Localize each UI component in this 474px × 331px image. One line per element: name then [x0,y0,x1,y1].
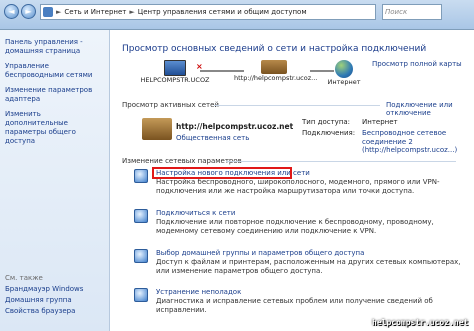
sidebar-item-manage-wireless[interactable]: Управление беспроводными сетями [5,62,104,80]
forward-arrow-icon: ► [25,7,32,16]
back-button[interactable]: ◄ [4,4,19,19]
map-network-label: http://helpcompstr.ucoz... [234,74,318,82]
network-folder-icon [43,7,53,17]
disconnected-x-icon: × [196,62,203,71]
search-input[interactable]: Поиск [382,4,442,20]
connect-network-link[interactable]: Подключиться к сети [156,209,235,217]
sidebar-item-browser-properties[interactable]: Свойства браузера [5,307,105,316]
breadcrumb-network-internet[interactable]: Сеть и Интернет [64,8,126,16]
bench-icon [142,118,172,140]
map-network: http://helpcompstr.ucoz... [234,60,318,82]
access-type-label: Тип доступа: [302,118,351,126]
divider [226,161,456,162]
access-type-value: Интернет [362,118,398,126]
task-description: Доступ к файлам и принтерам, расположенн… [156,258,461,275]
forward-button[interactable]: ► [21,4,36,19]
sidebar-item-control-panel-home[interactable]: Панель управления - домашняя страница [5,38,104,56]
computer-icon [164,60,186,76]
breadcrumb-separator: ► [129,8,135,16]
bench-icon [261,60,287,74]
main-panel: Просмотр основных сведений о сети и наст… [114,34,472,331]
new-connection-icon [134,169,148,183]
connect-network-icon [134,209,148,223]
sidebar-item-adapter-settings[interactable]: Изменение параметров адаптера [5,86,104,104]
homegroup-icon [134,249,148,263]
map-internet: Интернет [322,60,366,86]
troubleshoot-link[interactable]: Устранение неполадок [156,288,241,296]
map-computer-label: HELPCOMPSTR.UCOZ [140,76,210,84]
sidebar: Панель управления - домашняя страница Уп… [0,30,110,331]
breadcrumb-network-center[interactable]: Центр управления сетями и общим доступом [138,8,307,16]
map-internet-label: Интернет [327,78,361,86]
address-bar[interactable]: ► Сеть и Интернет ► Центр управления сет… [40,4,376,20]
breadcrumb-separator: ► [56,8,62,16]
connections-label: Подключения: [302,129,356,137]
full-map-link[interactable]: Просмотр полной карты [372,60,462,68]
back-arrow-icon: ◄ [8,7,15,16]
sidebar-item-advanced-sharing[interactable]: Изменить дополнительные параметры общего… [5,110,104,146]
see-also-heading: См. также [5,274,43,282]
highlight-box [152,167,292,179]
active-networks-title: Просмотр активных сетей [122,101,219,109]
active-network-type[interactable]: Общественная сеть [176,134,249,142]
task-description: Подключение или повторное подключение к … [156,218,434,235]
connect-disconnect-link[interactable]: Подключение или отключение [386,101,472,117]
divider [214,105,380,106]
sidebar-item-homegroup[interactable]: Домашняя группа [5,296,105,305]
task-description: Диагностика и исправление сетевых пробле… [156,297,433,314]
sidebar-item-firewall[interactable]: Брандмауэр Windows [5,285,105,294]
watermark: helpcompstr.ucoz.net [372,318,469,327]
title-bar: ◄ ► ► Сеть и Интернет ► Центр управления… [0,0,474,30]
task-description: Настройка беспроводного, широкополосного… [156,178,440,195]
troubleshoot-icon [134,288,148,302]
connection-link[interactable]: Беспроводное сетевое соединение 2 (http:… [362,129,466,155]
globe-icon [335,60,353,78]
change-settings-title: Изменение сетевых параметров [122,157,242,165]
homegroup-link[interactable]: Выбор домашней группы и параметров общег… [156,249,364,257]
active-network-name: http://helpcompstr.ucoz.net [176,122,294,131]
page-title: Просмотр основных сведений о сети и наст… [122,44,427,54]
